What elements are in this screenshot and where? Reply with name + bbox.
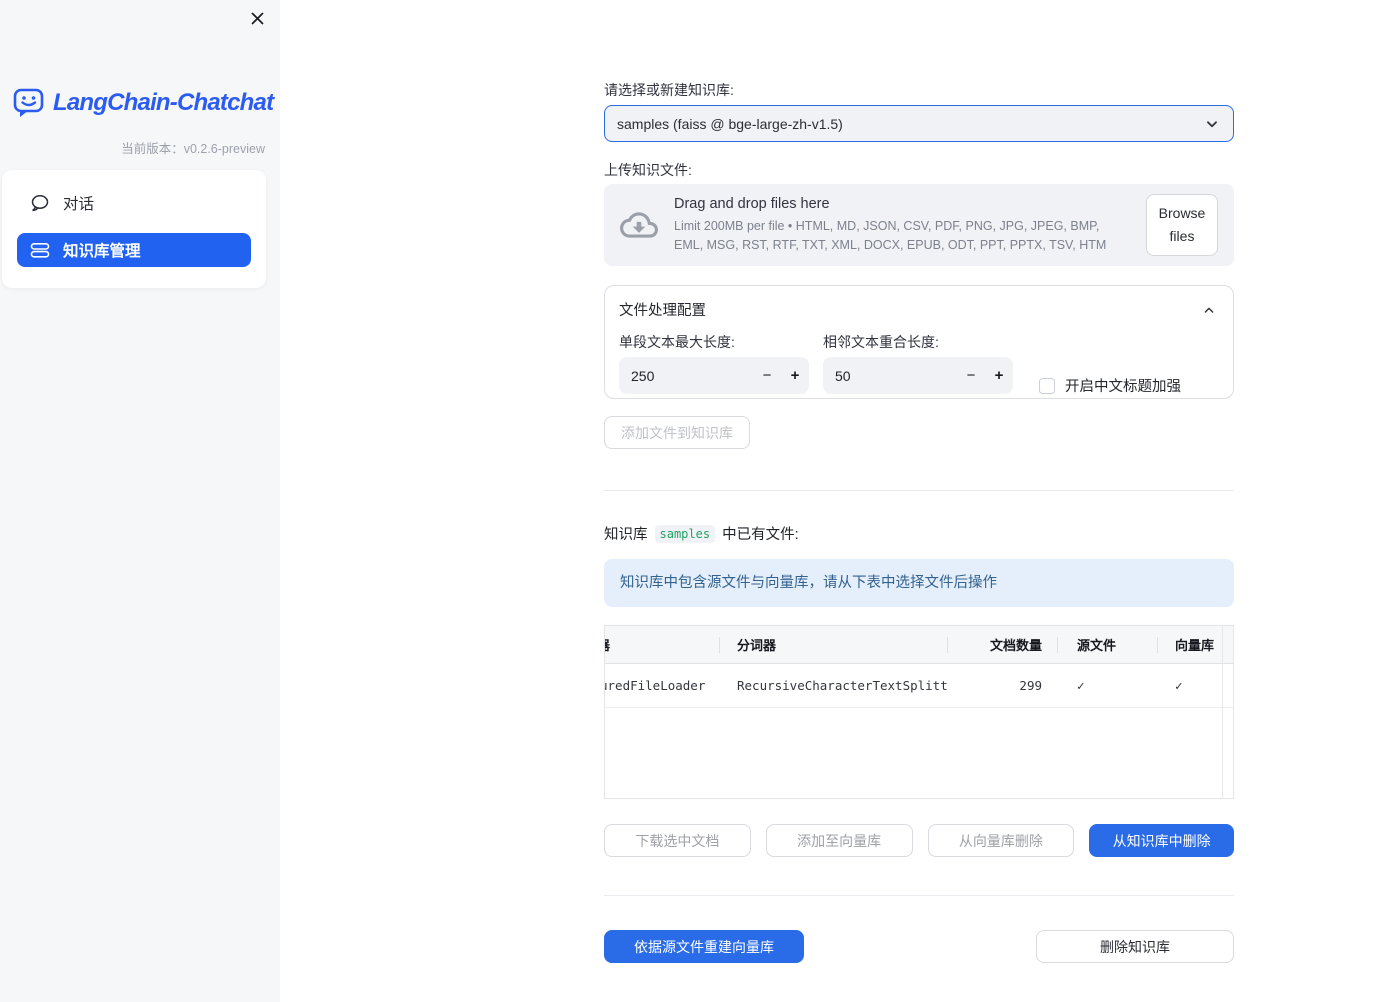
cell-splitter: RecursiveCharacterTextSplitter xyxy=(737,678,947,693)
dropzone-limit-text: Limit 200MB per file • HTML, MD, JSON, C… xyxy=(674,219,1107,252)
delete-kb-button[interactable]: 删除知识库 xyxy=(1036,930,1234,963)
kb-stack-icon xyxy=(30,240,50,260)
remove-from-vector-store-button[interactable]: 从向量库删除 xyxy=(927,824,1075,857)
kb-select-value: samples (faiss @ bge-large-zh-v1.5) xyxy=(617,115,843,132)
divider xyxy=(604,895,1234,896)
browse-files-button[interactable]: Browse files xyxy=(1146,193,1218,257)
version-text: 当前版本：v0.2.6-preview xyxy=(121,142,265,156)
smiley-chat-logo-icon xyxy=(12,86,45,119)
table-row[interactable]: uredFileLoader RecursiveCharacterTextSpl… xyxy=(605,664,1233,708)
kb-files-heading: 知识库 samples 中已有文件: xyxy=(604,523,1234,544)
main-content: 请选择或新建知识库: samples (faiss @ bge-large-zh… xyxy=(604,0,1234,963)
knowledge-base-select[interactable]: samples (faiss @ bge-large-zh-v1.5) xyxy=(604,105,1234,142)
chat-bubble-icon xyxy=(30,193,50,213)
kb-select-label: 请选择或新建知识库: xyxy=(604,82,734,98)
cloud-upload-icon xyxy=(620,206,658,244)
download-selected-button[interactable]: 下载选中文档 xyxy=(604,824,751,857)
add-files-to-kb-button[interactable]: 添加文件到知识库 xyxy=(604,416,750,449)
add-to-vector-store-button[interactable]: 添加至向量库 xyxy=(765,824,913,857)
file-config-expander: 文件处理配置 单段文本最大长度: 250 − + 相邻文本重合长度: 50 − … xyxy=(604,285,1234,399)
dropzone-title: Drag and drop files here xyxy=(674,196,830,213)
dropzone-instructions: Drag and drop files here Limit 200MB per… xyxy=(674,196,1130,253)
kb-files-prefix: 知识库 xyxy=(604,527,648,543)
expander-title: 文件处理配置 xyxy=(619,303,706,319)
overlap-label: 相邻文本重合长度: xyxy=(823,334,939,350)
decrement-button[interactable]: − xyxy=(957,357,985,394)
table-header-loader: 器 xyxy=(605,626,719,663)
table-header-splitter: 分词器 xyxy=(719,626,947,663)
close-sidebar-button[interactable] xyxy=(247,8,267,28)
file-action-buttons: 下载选中文档 添加至向量库 从向量库删除 从知识库中删除 xyxy=(604,824,1234,857)
delete-from-kb-button[interactable]: 从知识库中删除 xyxy=(1089,824,1234,857)
table-header-row: 器 分词器 文档数量 源文件 向量库 xyxy=(605,626,1233,664)
sidebar-item-knowledge-base[interactable]: 知识库管理 xyxy=(17,233,251,267)
cell-docs: 299 xyxy=(1019,678,1042,693)
table-scrollbar-gutter[interactable] xyxy=(1222,626,1223,798)
chevron-up-icon xyxy=(1201,302,1217,318)
sidebar-item-label: 知识库管理 xyxy=(63,243,141,260)
app-logo: LangChain-Chatchat xyxy=(12,86,274,119)
kb-bottom-actions: 依据源文件重建向量库 删除知识库 xyxy=(604,930,1234,963)
kb-files-table[interactable]: 器 分词器 文档数量 源文件 向量库 uredFileLoader Recurs… xyxy=(604,625,1234,799)
increment-button[interactable]: + xyxy=(985,357,1013,394)
kb-files-suffix: 中已有文件: xyxy=(722,527,799,543)
divider xyxy=(604,490,1234,491)
cell-loader: uredFileLoader xyxy=(605,678,706,693)
expander-body: 单段文本最大长度: 250 − + 相邻文本重合长度: 50 − + 开启中文标… xyxy=(619,332,1217,396)
overlap-value[interactable]: 50 xyxy=(835,368,851,384)
app-title: LangChain-Chatchat xyxy=(53,88,274,116)
rebuild-vector-store-button[interactable]: 依据源文件重建向量库 xyxy=(604,930,804,963)
table-header-docs: 文档数量 xyxy=(947,626,1057,663)
chevron-down-icon xyxy=(1203,115,1221,133)
close-icon xyxy=(250,11,265,26)
expander-header[interactable]: 文件处理配置 xyxy=(619,299,1217,320)
sidebar: LangChain-Chatchat 当前版本：v0.2.6-preview 对… xyxy=(0,0,280,1002)
sidebar-menu: 对话 知识库管理 xyxy=(2,170,266,288)
upload-label: 上传知识文件: xyxy=(604,162,692,178)
zh-title-enhance-row: 开启中文标题加强 xyxy=(1039,375,1181,396)
chunk-size-input[interactable]: 250 − + xyxy=(619,357,809,394)
table-header-source: 源文件 xyxy=(1057,626,1157,663)
kb-name-code: samples xyxy=(654,524,716,543)
zh-title-enhance-checkbox[interactable] xyxy=(1039,377,1055,394)
chunk-size-value[interactable]: 250 xyxy=(631,368,654,384)
sidebar-item-chat[interactable]: 对话 xyxy=(17,186,251,220)
info-alert: 知识库中包含源文件与向量库，请从下表中选择文件后操作 xyxy=(604,559,1234,607)
chunk-size-field: 单段文本最大长度: 250 − + xyxy=(619,332,809,396)
cell-source-check: ✓ xyxy=(1077,678,1085,693)
sidebar-item-label: 对话 xyxy=(63,196,95,213)
file-dropzone[interactable]: Drag and drop files here Limit 200MB per… xyxy=(604,184,1234,266)
overlap-input[interactable]: 50 − + xyxy=(823,357,1013,394)
chunk-size-label: 单段文本最大长度: xyxy=(619,334,735,350)
increment-button[interactable]: + xyxy=(781,357,809,394)
overlap-field: 相邻文本重合长度: 50 − + xyxy=(823,332,1013,396)
decrement-button[interactable]: − xyxy=(753,357,781,394)
zh-title-enhance-label: 开启中文标题加强 xyxy=(1065,379,1181,395)
